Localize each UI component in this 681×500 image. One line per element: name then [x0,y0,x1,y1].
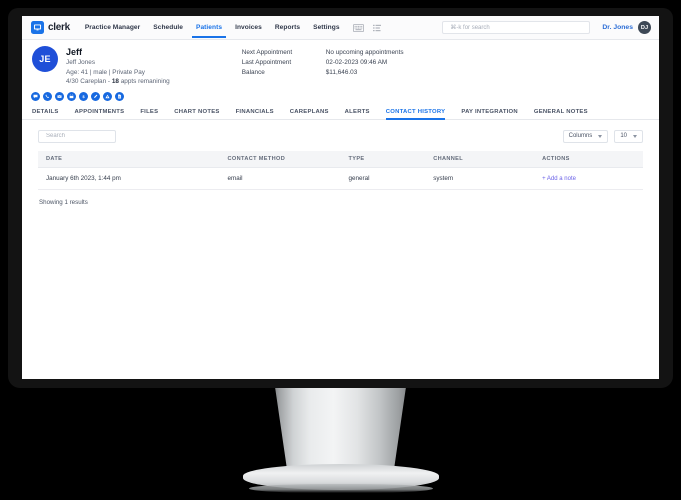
summary-label: Next Appointment [241,49,293,56]
search-input[interactable] [448,23,585,32]
brand-name: clerk [48,22,70,33]
chevron-down-icon [633,134,637,138]
tab-alerts[interactable]: ALERTS [345,109,370,119]
patient-tab-bar: DETAILS APPOINTMENTS FILES CHART NOTES F… [22,104,659,120]
cell-type: general [340,167,426,190]
patient-header: JE Jeff Jeff Jones Age: 41 | male | Priv… [22,40,659,87]
appointment-summary: Next Appointment No upcoming appointment… [242,46,404,87]
summary-row-balance: Balance $11,646.03 [242,68,404,78]
add-note-link[interactable]: + Add a note [542,176,576,182]
column-header-actions: ACTIONS [534,150,643,168]
primary-nav-links: Practice Manager Schedule Patients Invoi… [85,18,340,38]
email-icon[interactable] [55,91,64,101]
tab-pay-integration[interactable]: PAY INTEGRATION [461,109,518,119]
summary-row-last-appointment: Last Appointment 02-02-2023 09:46 AM [242,58,404,68]
table-body: January 6th 2023, 1:44 pm email general … [38,167,643,190]
nav-link-reports[interactable]: Reports [275,18,300,37]
document-icon[interactable] [115,91,124,101]
phone-icon[interactable] [43,91,52,101]
avatar: DJ [638,21,651,34]
svg-text:$: $ [82,94,85,98]
patient-full-name: Jeff Jones [66,59,96,66]
results-count: Showing 1 results [39,198,88,206]
careplan-prefix: 4/30 Careplan - [66,78,112,85]
columns-dropdown-label: Columns [568,133,593,139]
column-header-type[interactable]: TYPE [340,150,426,168]
cell-date: January 6th 2023, 1:44 pm [38,167,220,190]
monitor-stand-shadow [249,484,433,493]
tab-files[interactable]: FILES [140,109,158,119]
summary-label: Last Appointment [241,59,292,66]
contact-history-table: DATE CONTACT METHOD TYPE CHANNEL ACTIONS… [38,150,643,190]
top-navigation-bar: clerk Practice Manager Schedule Patients… [22,16,659,40]
nav-link-invoices[interactable]: Invoices [235,18,262,37]
message-icon[interactable] [31,91,40,101]
table-search[interactable] [38,129,116,143]
contact-history-panel: Columns 10 DATE [22,120,659,206]
monitor-screen: clerk Practice Manager Schedule Patients… [22,16,659,379]
patient-avatar: JE [32,46,58,72]
cell-contact-method: email [219,167,341,190]
tab-appointments[interactable]: APPOINTMENTS [75,109,125,119]
alert-icon[interactable] [103,91,112,101]
user-menu[interactable]: Dr. Jones DJ [602,21,651,34]
screenshot-stage: clerk Practice Manager Schedule Patients… [0,0,681,500]
table-row[interactable]: January 6th 2023, 1:44 pm email general … [38,167,643,190]
summary-value: 02-02-2023 09:46 AM [325,59,388,66]
table-toolbar: Columns 10 [38,129,643,143]
summary-row-next-appointment: Next Appointment No upcoming appointment… [242,48,404,58]
patient-meta: Jeff Jeff Jones Age: 41 | male | Private… [66,46,170,87]
tab-chart-notes[interactable]: CHART NOTES [174,109,219,119]
tab-careplans[interactable]: CAREPLANS [290,109,329,119]
page-size-dropdown[interactable]: 10 [614,129,643,143]
keyboard-icon[interactable] [352,23,364,32]
clerk-application: clerk Practice Manager Schedule Patients… [22,16,659,379]
summary-value: $11,646.03 [325,69,358,76]
user-name: Dr. Jones [602,24,633,31]
chevron-down-icon [598,134,603,138]
calendar-icon[interactable] [67,91,76,101]
table-header-row: DATE CONTACT METHOD TYPE CHANNEL ACTIONS [38,150,643,168]
column-header-contact-method[interactable]: CONTACT METHOD [219,150,341,168]
patient-demographics: Age: 41 | male | Private Pay [66,68,145,76]
column-header-channel[interactable]: CHANNEL [425,150,535,168]
monitor-bezel: clerk Practice Manager Schedule Patients… [8,8,673,388]
tab-details[interactable]: DETAILS [32,109,59,119]
summary-label: Balance [241,69,265,76]
nav-link-patients[interactable]: Patients [191,18,227,38]
table-head: DATE CONTACT METHOD TYPE CHANNEL ACTIONS [38,150,643,168]
nav-link-settings[interactable]: Settings [313,18,339,37]
brand-logo[interactable]: clerk [31,21,70,34]
list-icon[interactable] [372,24,381,32]
cell-channel: system [425,167,535,190]
nav-link-schedule[interactable]: Schedule [153,18,183,37]
monitor-icon [31,21,44,34]
summary-value: No upcoming appointments [325,49,404,56]
quick-action-bar: $ [22,87,659,101]
cell-actions: + Add a note [534,167,643,190]
monitor-stand-neck [275,388,406,474]
tab-contact-history[interactable]: CONTACT HISTORY [385,109,446,120]
column-header-date[interactable]: DATE [38,150,220,168]
global-search[interactable] [442,21,591,34]
dollar-icon[interactable]: $ [79,91,88,101]
edit-icon[interactable] [91,91,100,101]
page-size-label: 10 [620,133,627,139]
patient-careplan: 4/30 Careplan - 18 appts remanining [66,77,170,87]
columns-dropdown[interactable]: Columns [562,129,609,143]
careplan-suffix: appts remanining [118,78,170,85]
nav-link-practice-manager[interactable]: Practice Manager [85,18,140,37]
careplan-count: 18 [111,78,119,85]
tab-general-notes[interactable]: GENERAL NOTES [534,109,588,119]
toolbar-right-group: Columns 10 [562,129,643,143]
table-search-input[interactable] [44,132,110,140]
nav-icon-group [352,23,381,32]
tab-financials[interactable]: FINANCIALS [236,109,274,119]
page-title: Jeff [66,47,83,57]
